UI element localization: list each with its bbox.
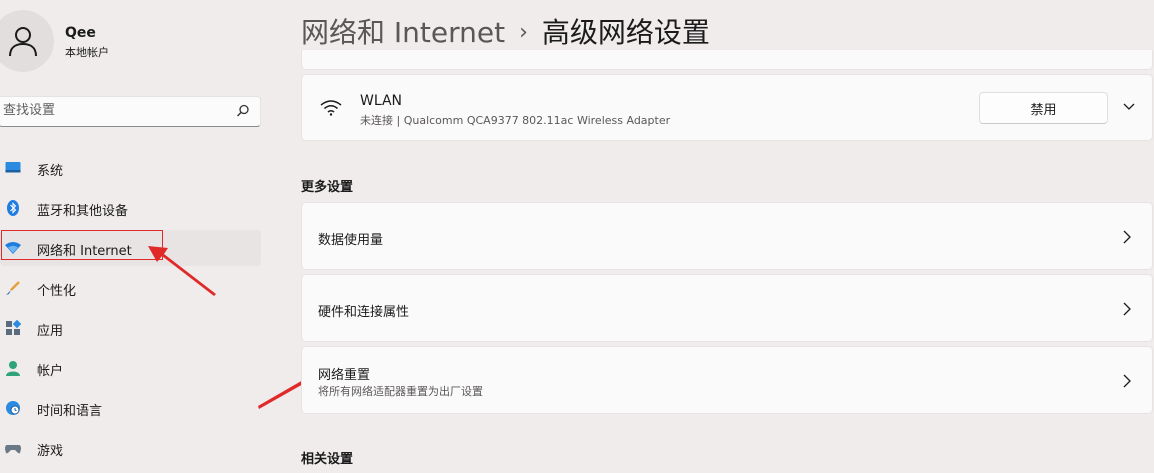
- sidebar-item-label: 应用: [37, 324, 64, 339]
- chevron-down-icon[interactable]: [1122, 102, 1136, 112]
- wifi-icon: [320, 100, 342, 116]
- sidebar-item-bluetooth[interactable]: 蓝牙和其他设备: [0, 190, 261, 226]
- apps-icon: [6, 320, 21, 335]
- chevron-right-icon: [1123, 302, 1131, 316]
- sidebar-item-time-language[interactable]: 时间和语言: [0, 390, 261, 426]
- person-icon: [9, 27, 37, 57]
- annotation-arrow-icon: [148, 246, 216, 296]
- sidebar-item-label: 蓝牙和其他设备: [37, 204, 129, 219]
- data-usage-row[interactable]: 数据使用量: [301, 202, 1153, 270]
- system-icon: [5, 162, 21, 173]
- row-subtitle: 将所有网络适配器重置为出厂设置: [318, 385, 483, 398]
- highlight-box: [1, 230, 163, 260]
- section-title-related-settings: 相关设置: [301, 452, 354, 467]
- page-title: 高级网络设置: [541, 16, 710, 49]
- sidebar-item-label: 个性化: [37, 284, 77, 299]
- globe-clock-icon: [6, 401, 20, 415]
- row-title: 数据使用量: [318, 233, 384, 248]
- search-icon[interactable]: [236, 104, 250, 118]
- search-input[interactable]: [3, 103, 223, 118]
- hardware-properties-row[interactable]: 硬件和连接属性: [301, 274, 1153, 342]
- sidebar-item-apps[interactable]: 应用: [0, 310, 261, 346]
- chevron-right-icon: ›: [519, 20, 528, 45]
- sidebar-item-label: 游戏: [37, 444, 64, 459]
- previous-card: [301, 50, 1153, 70]
- user-name: Qee: [65, 25, 96, 41]
- account-icon: [6, 361, 20, 376]
- adapter-status: 未连接 | Qualcomm QCA9377 802.11ac Wireless…: [360, 114, 671, 127]
- search-box[interactable]: [0, 96, 261, 127]
- sidebar-item-label: 帐户: [37, 364, 64, 379]
- chevron-right-icon: [1123, 374, 1131, 388]
- account-type: 本地帐户: [65, 46, 109, 59]
- avatar[interactable]: [0, 10, 54, 72]
- sidebar-item-accounts[interactable]: 帐户: [0, 350, 261, 386]
- sidebar-item-label: 时间和语言: [37, 404, 103, 419]
- sidebar-item-gaming[interactable]: 游戏: [0, 430, 261, 466]
- sidebar-item-label: 系统: [37, 164, 64, 179]
- chevron-right-icon: [1123, 230, 1131, 244]
- gamepad-icon: [5, 445, 21, 454]
- disable-button[interactable]: 禁用: [979, 92, 1108, 124]
- section-title-more-settings: 更多设置: [301, 180, 354, 195]
- brush-icon: [6, 281, 20, 295]
- sidebar-item-system[interactable]: 系统: [0, 150, 261, 186]
- breadcrumb-parent[interactable]: 网络和 Internet: [301, 16, 505, 49]
- network-reset-row[interactable]: 网络重置 将所有网络适配器重置为出厂设置: [301, 346, 1153, 414]
- bluetooth-icon: [7, 200, 19, 216]
- wlan-adapter-card[interactable]: WLAN 未连接 | Qualcomm QCA9377 802.11ac Wir…: [301, 74, 1153, 141]
- breadcrumb: 网络和 Internet › 高级网络设置: [301, 11, 710, 51]
- adapter-name: WLAN: [360, 93, 403, 109]
- row-title: 网络重置: [318, 368, 371, 383]
- row-title: 硬件和连接属性: [318, 305, 410, 320]
